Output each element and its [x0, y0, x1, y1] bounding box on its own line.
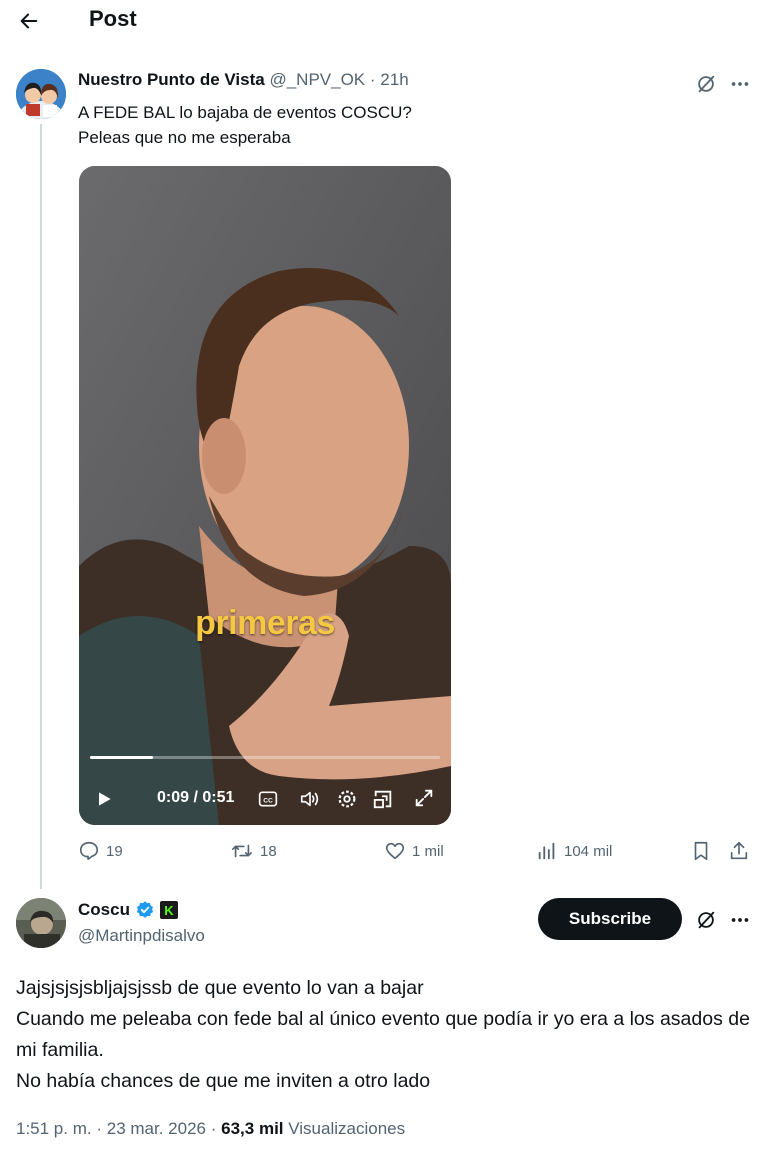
share-button[interactable] [728, 840, 750, 862]
video-frame [79, 166, 451, 825]
subscribe-button[interactable]: Subscribe [538, 898, 682, 940]
reply-icon [79, 841, 99, 861]
picture-in-picture-button[interactable] [369, 785, 397, 813]
settings-button[interactable] [333, 785, 361, 813]
post-text: A FEDE BAL lo bajaba de eventos COSCU? P… [78, 100, 412, 150]
grok-icon [698, 75, 715, 93]
top-bar: Post [0, 0, 767, 44]
repost-icon [232, 844, 252, 858]
reply-text-line: Cuando me peleaba con fede bal al único … [16, 1008, 750, 1061]
reply-author-handle[interactable]: @Martinpdisalvo [78, 926, 205, 946]
reply-count: 19 [106, 842, 123, 860]
reply-button[interactable]: 19 [78, 840, 123, 862]
post-author-name[interactable]: Nuestro Punto de Vista [78, 70, 265, 89]
more-horizontal-icon [731, 82, 749, 86]
reply-views-count: 63,3 mil [221, 1119, 284, 1138]
reply-author-name[interactable]: Coscu [78, 900, 130, 920]
volume-button[interactable] [296, 785, 324, 813]
repost-button[interactable]: 18 [230, 840, 277, 862]
picture-in-picture-icon [373, 790, 392, 809]
video-caption-text: primeras [195, 604, 335, 642]
share-icon [730, 841, 748, 860]
reply-time[interactable]: 1:51 p. m. [16, 1119, 92, 1138]
fullscreen-button[interactable] [410, 784, 438, 812]
bar-chart-icon [538, 842, 555, 860]
back-button[interactable] [14, 6, 44, 36]
fullscreen-icon [415, 789, 433, 807]
kick-badge-icon: K [159, 901, 178, 919]
video-progress-bar[interactable] [90, 756, 440, 759]
video-player[interactable]: primeras 0:09 / 0:51 CC [79, 166, 451, 825]
thread-connector-line [40, 124, 42, 889]
author-avatar[interactable] [16, 69, 66, 119]
reply-author-avatar[interactable] [16, 898, 66, 948]
views-count: 104 mil [564, 842, 613, 860]
post-separator: · [369, 70, 376, 89]
post-text-line: A FEDE BAL lo bajaba de eventos COSCU? [78, 103, 412, 122]
reply-date[interactable]: 23 mar. 2026 [107, 1119, 206, 1138]
grok-button[interactable] [692, 70, 720, 98]
reply-text-line: Jajsjsjsjsbljajsjssb de que evento lo va… [16, 977, 424, 999]
captions-button[interactable]: CC [255, 786, 281, 812]
closed-captions-icon: CC [258, 791, 278, 807]
meta-separator: · [210, 1119, 217, 1138]
repost-count: 18 [260, 842, 277, 860]
post-author-handle[interactable]: @_NPV_OK [269, 70, 365, 89]
reply-more-options-button[interactable] [726, 906, 754, 934]
meta-separator: · [96, 1119, 103, 1138]
verified-badge-icon [136, 901, 154, 918]
page-title: Post [89, 6, 137, 31]
play-icon [99, 792, 111, 806]
like-button[interactable]: 1 mil [384, 840, 444, 862]
reply-grok-button[interactable] [692, 906, 720, 934]
video-time: 0:09 / 0:51 [157, 789, 235, 806]
reply-text-line: No había chances de que me inviten a otr… [16, 1070, 431, 1092]
bookmark-button[interactable] [690, 840, 712, 862]
reply-metadata: 1:51 p. m. · 23 mar. 2026 · 63,3 mil Vis… [16, 1119, 405, 1139]
post-text-line: Peleas que no me esperaba [78, 128, 291, 147]
more-options-button[interactable] [726, 70, 754, 98]
bookmark-icon [694, 841, 708, 861]
play-button[interactable] [91, 786, 117, 812]
post-author-row: Nuestro Punto de Vista @_NPV_OK · 21h [78, 70, 409, 90]
svg-text:CC: CC [263, 797, 273, 804]
arrow-left-icon [20, 13, 38, 29]
post-time[interactable]: 21h [380, 70, 408, 89]
like-count: 1 mil [412, 842, 444, 860]
views-button[interactable]: 104 mil [536, 840, 612, 862]
video-progress-fill [90, 756, 153, 759]
grok-icon [698, 911, 715, 929]
gear-icon [338, 790, 356, 808]
reply-views-label: Visualizaciones [288, 1119, 406, 1138]
heart-icon [385, 842, 405, 860]
reply-text: Jajsjsjsjsbljajsjssb de que evento lo va… [16, 973, 761, 1097]
video-controls: 0:09 / 0:51 CC [79, 778, 451, 818]
more-horizontal-icon [731, 918, 749, 922]
reply-author-row: Coscu K [78, 900, 178, 920]
volume-icon [300, 791, 319, 807]
post-action-bar: 19 18 1 mil 104 mil [78, 840, 758, 870]
